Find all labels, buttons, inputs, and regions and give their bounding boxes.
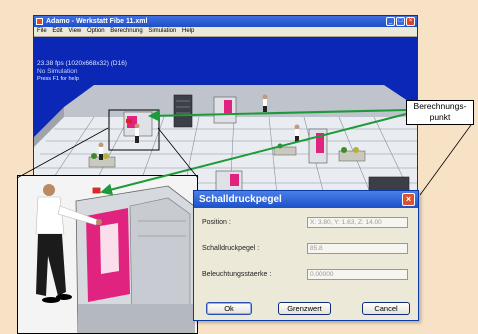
arrow-to-zoom-point xyxy=(100,113,407,196)
grenzwert-button[interactable]: Grenzwert xyxy=(278,302,331,315)
beleuchtungsstaerke-field[interactable]: 0.00000 xyxy=(307,269,408,280)
cancel-button[interactable]: Cancel xyxy=(362,302,410,315)
schalldruckpegel-label: Schalldruckpegel : xyxy=(202,245,260,252)
schalldruckpegel-field[interactable]: 85.8 xyxy=(307,243,408,254)
zoom-connector-left xyxy=(16,127,109,179)
schalldruckpegel-dialog: Schalldruckpegel × Position : X: 3.80, Y… xyxy=(193,190,419,321)
position-field[interactable]: X: 3.80, Y: 1.63, Z: 14.00 xyxy=(307,217,408,228)
dialog-connector xyxy=(419,124,472,196)
dialog-close-button[interactable]: × xyxy=(402,193,415,206)
dialog-titlebar[interactable]: Schalldruckpegel × xyxy=(194,191,418,208)
dialog-title: Schalldruckpegel xyxy=(199,194,282,205)
zoom-connector-right xyxy=(157,127,199,179)
beleuchtungsstaerke-label: Beleuchtungsstaerke : xyxy=(202,271,272,278)
position-label: Position : xyxy=(202,219,231,226)
arrow-to-viewport-point xyxy=(148,109,407,122)
ok-button[interactable]: Ok xyxy=(206,302,252,315)
